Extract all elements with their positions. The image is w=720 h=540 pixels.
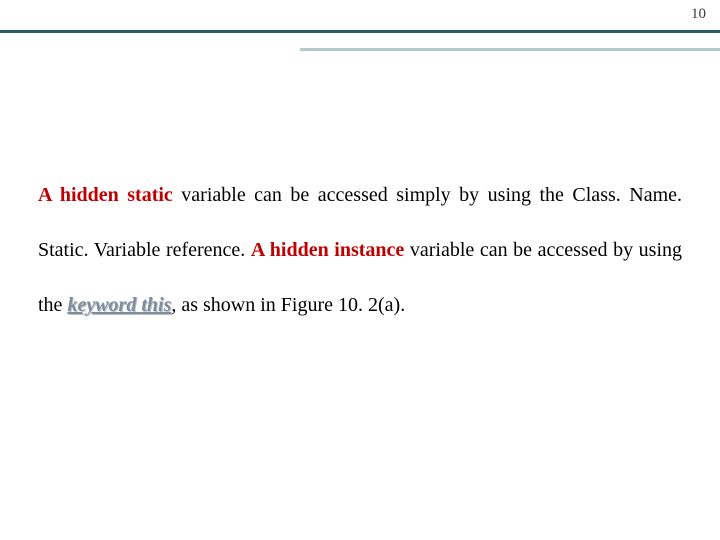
text-seg-5: , as shown in Figure 10. 2(a). xyxy=(171,294,405,316)
keyword-keyword: keyword xyxy=(67,294,141,316)
divider-bottom xyxy=(300,48,720,51)
keyword-this: this xyxy=(141,294,171,316)
slide: 10 A hidden static variable can be acces… xyxy=(0,0,720,540)
divider-top xyxy=(0,30,720,33)
body-text: A hidden static variable can be accessed… xyxy=(38,168,682,333)
page-number: 10 xyxy=(691,6,706,23)
text-hidden-instance: A hidden instance xyxy=(251,239,404,261)
text-hidden-static: A hidden static xyxy=(38,184,173,206)
